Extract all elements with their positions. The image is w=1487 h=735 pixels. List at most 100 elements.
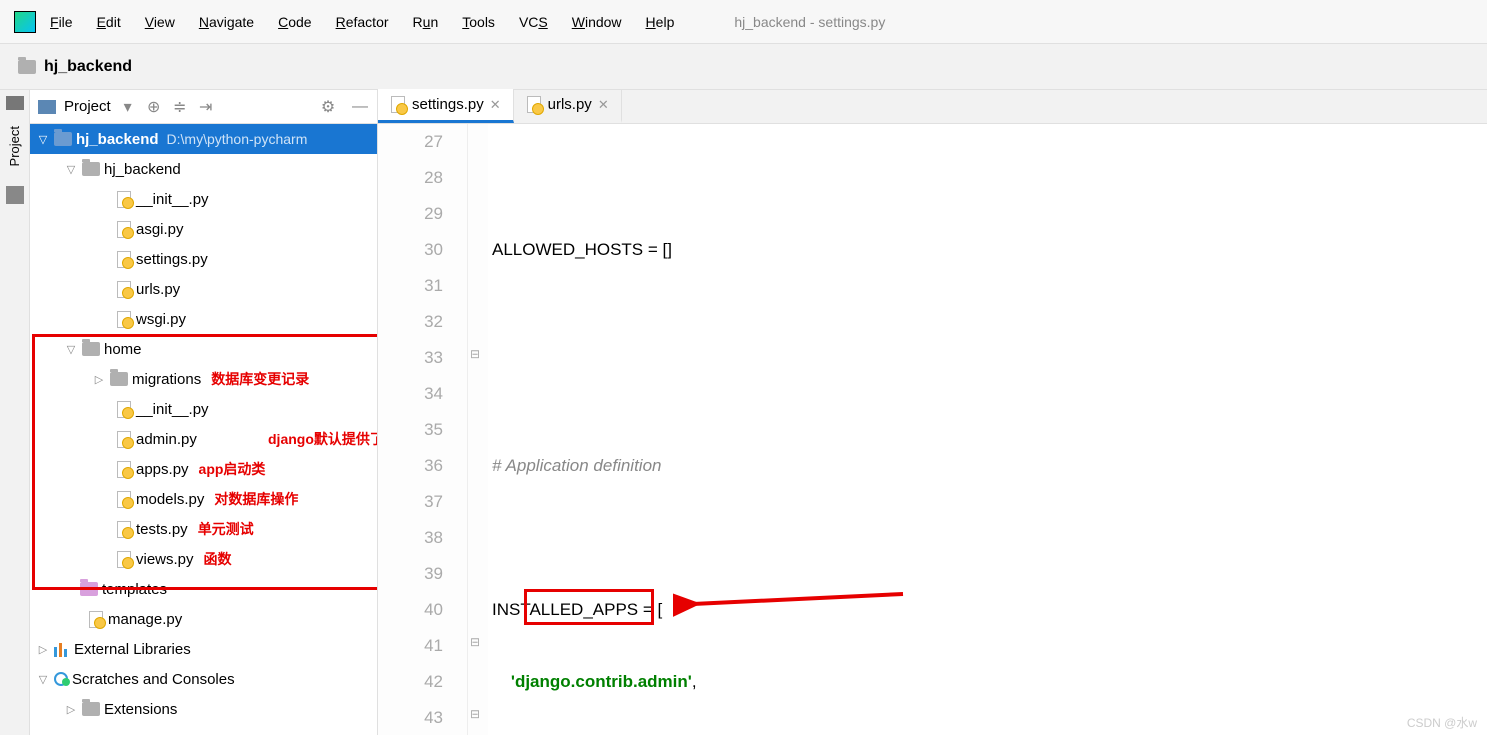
python-file-icon — [526, 97, 542, 113]
tree-file[interactable]: apps.py app启动类 — [30, 454, 377, 484]
line-number: 41 — [378, 628, 443, 664]
menu-help[interactable]: Help — [646, 14, 675, 30]
tree-file[interactable]: admin.pydjango默认提供了admin后台管理 — [30, 424, 377, 454]
tab-label: settings.py — [412, 96, 484, 113]
annotation: app启动类 — [199, 459, 266, 479]
line-number: 27 — [378, 124, 443, 160]
python-file-icon — [116, 221, 132, 237]
tree-extensions[interactable]: ▷ Extensions — [30, 694, 377, 724]
annotation: 对数据库操作 — [214, 489, 298, 509]
menu-window[interactable]: Window — [572, 14, 622, 30]
tree-file[interactable]: __init__.py — [30, 184, 377, 214]
tree-external-libs[interactable]: ▷ External Libraries — [30, 634, 377, 664]
chevron-right-icon[interactable]: ▷ — [64, 703, 78, 716]
line-number: 35 — [378, 412, 443, 448]
close-icon[interactable]: ✕ — [490, 97, 501, 113]
tree-label: __init__.py — [136, 401, 209, 418]
expand-icon[interactable]: ≑ — [171, 98, 189, 116]
folder-icon — [54, 132, 72, 146]
tab-urls[interactable]: urls.py ✕ — [514, 89, 622, 123]
gear-icon[interactable]: ⚙ — [319, 98, 337, 116]
menu-edit[interactable]: Edit — [97, 14, 121, 30]
tree-folder-templates[interactable]: templates — [30, 574, 377, 604]
tree-root-path: D:\my\python-pycharm — [167, 131, 308, 147]
tree-label: migrations — [132, 371, 201, 388]
annotation: 函数 — [204, 549, 232, 569]
line-number: 38 — [378, 520, 443, 556]
tree-label: tests.py — [136, 521, 188, 538]
tree-folder-hj[interactable]: ▽ hj_backend — [30, 154, 377, 184]
chevron-down-icon[interactable]: ▽ — [64, 163, 78, 176]
code-content[interactable]: ALLOWED_HOSTS = [] # Application definit… — [488, 124, 1487, 735]
target-icon[interactable]: ⊕ — [145, 98, 163, 116]
code-area[interactable]: 2728293031323334353637383940414243 ⊟ ⊟ ⊟… — [378, 124, 1487, 735]
line-number: 28 — [378, 160, 443, 196]
menu-navigate[interactable]: Navigate — [199, 14, 254, 30]
window-title: hj_backend - settings.py — [734, 14, 885, 30]
python-file-icon — [116, 551, 132, 567]
menu-run[interactable]: Run — [413, 14, 439, 30]
chevron-down-icon[interactable]: ▽ — [64, 343, 78, 356]
line-number: 30 — [378, 232, 443, 268]
tab-settings[interactable]: settings.py ✕ — [378, 89, 514, 123]
tree-label: manage.py — [108, 611, 182, 628]
menu-file[interactable]: File — [50, 14, 73, 30]
menu-tools[interactable]: Tools — [462, 14, 495, 30]
tree-folder-migrations[interactable]: ▷ migrations 数据库变更记录 — [30, 364, 377, 394]
dropdown-icon[interactable]: ▾ — [119, 98, 137, 116]
fold-open-icon[interactable]: ⊟ — [470, 707, 480, 721]
breadcrumb-project[interactable]: hj_backend — [44, 58, 132, 76]
project-tool-icon[interactable] — [6, 96, 24, 110]
chevron-down-icon[interactable]: ▽ — [36, 133, 50, 146]
folder-icon — [18, 60, 36, 74]
menu-code[interactable]: Code — [278, 14, 311, 30]
chevron-down-icon[interactable]: ▽ — [36, 673, 50, 686]
project-view-label[interactable]: Project — [64, 98, 111, 115]
tab-label: urls.py — [548, 96, 592, 113]
collapse-icon[interactable]: ⇥ — [197, 98, 215, 116]
python-file-icon — [116, 191, 132, 207]
tool-strip: Project — [0, 90, 30, 735]
menu-bar: File Edit View Navigate Code Refactor Ru… — [0, 0, 1487, 44]
menu-vcs[interactable]: VCS — [519, 14, 548, 30]
project-tree[interactable]: ▽ hj_backend D:\my\python-pycharm ▽ hj_b… — [30, 124, 377, 735]
tree-folder-home[interactable]: ▽ home — [30, 334, 377, 364]
tree-file[interactable]: views.py 函数 — [30, 544, 377, 574]
python-file-icon — [116, 401, 132, 417]
close-icon[interactable]: ✕ — [598, 97, 609, 113]
tree-label: hj_backend — [104, 161, 181, 178]
tree-label: models.py — [136, 491, 204, 508]
tree-file[interactable]: __init__.py — [30, 394, 377, 424]
menu-refactor[interactable]: Refactor — [336, 14, 389, 30]
folder-icon — [82, 342, 100, 356]
fold-open-icon[interactable]: ⊟ — [470, 347, 480, 361]
tree-file[interactable]: asgi.py — [30, 214, 377, 244]
bookmark-tool-icon[interactable] — [6, 186, 24, 204]
project-toolbar: Project ▾ ⊕ ≑ ⇥ ⚙ — — [30, 90, 377, 124]
chevron-right-icon[interactable]: ▷ — [36, 643, 50, 656]
tree-file[interactable]: settings.py — [30, 244, 377, 274]
tree-root-name: hj_backend — [76, 131, 159, 148]
line-number: 39 — [378, 556, 443, 592]
tree-label: apps.py — [136, 461, 189, 478]
menu-view[interactable]: View — [145, 14, 175, 30]
line-number: 43 — [378, 700, 443, 735]
chevron-right-icon[interactable]: ▷ — [92, 373, 106, 386]
annotation: 单元测试 — [198, 519, 254, 539]
tree-file-manage[interactable]: manage.py — [30, 604, 377, 634]
fold-close-icon[interactable]: ⊟ — [470, 635, 480, 649]
project-vertical-tab[interactable]: Project — [5, 120, 24, 172]
tree-file[interactable]: tests.py 单元测试 — [30, 514, 377, 544]
tree-label: templates — [102, 581, 167, 598]
tree-file[interactable]: models.py 对数据库操作 — [30, 484, 377, 514]
project-view-icon — [38, 100, 56, 114]
tree-scratches[interactable]: ▽ Scratches and Consoles — [30, 664, 377, 694]
hide-icon[interactable]: — — [351, 98, 369, 116]
tree-root[interactable]: ▽ hj_backend D:\my\python-pycharm — [30, 124, 377, 154]
tree-file[interactable]: wsgi.py — [30, 304, 377, 334]
tree-label: views.py — [136, 551, 194, 568]
libraries-icon — [54, 641, 70, 657]
tree-file[interactable]: urls.py — [30, 274, 377, 304]
line-number: 34 — [378, 376, 443, 412]
tree-label: urls.py — [136, 281, 180, 298]
